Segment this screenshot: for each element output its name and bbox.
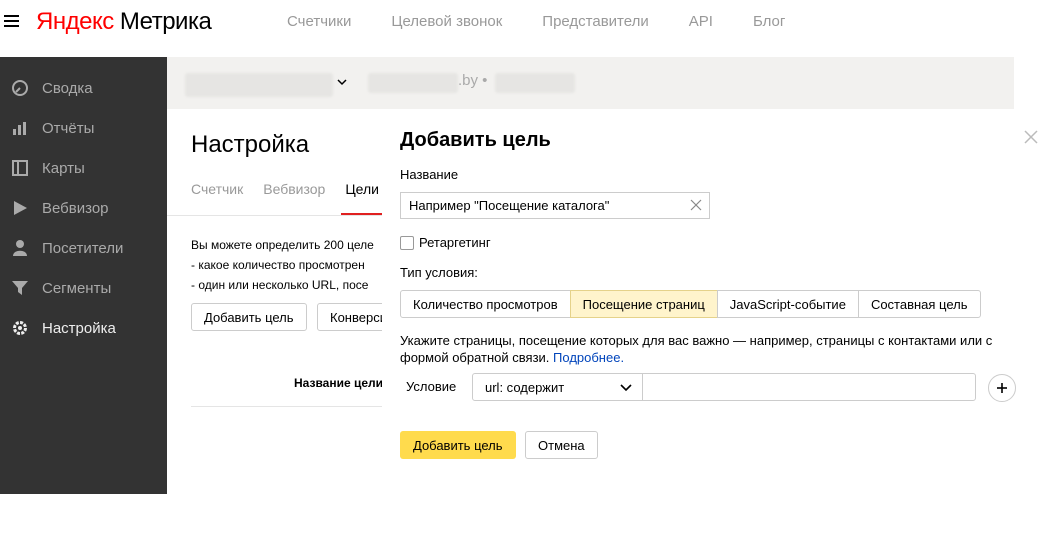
top-nav: Счетчики Целевой звонок Представители AP… <box>287 13 825 30</box>
tabs: Счетчик Вебвизор Цели 4 <box>191 181 382 197</box>
nav-link-target-call[interactable]: Целевой звонок <box>391 13 502 30</box>
tabs-divider <box>167 215 382 216</box>
play-icon <box>14 201 27 215</box>
sidebar-item-webvisor[interactable]: Вебвизор <box>0 188 167 228</box>
tab-webvisor[interactable]: Вебвизор <box>263 181 325 197</box>
condition-select-value: url: содержит <box>485 379 565 395</box>
tab-goals[interactable]: Цели 4 <box>345 181 382 197</box>
more-link[interactable]: Подробнее. <box>553 350 624 365</box>
hint-text: Укажите страницы, посещение которых для … <box>400 333 993 365</box>
gear-icon <box>13 321 27 335</box>
condition-type-page-visit[interactable]: Посещение страниц <box>569 290 718 318</box>
logo-brand: Яндекс <box>36 8 114 35</box>
desc-line: Вы можете определить 200 целе <box>191 238 374 252</box>
sidebar-item-label: Настройка <box>42 319 116 337</box>
menu-icon[interactable] <box>4 15 19 28</box>
submit-goal-button[interactable]: Добавить цель <box>400 431 516 459</box>
counter-id-blurred <box>495 73 575 93</box>
retargeting-label[interactable]: Ретаргетинг <box>419 235 491 250</box>
sidebar-item-label: Отчёты <box>42 119 95 137</box>
condition-type-pageviews[interactable]: Количество просмотров <box>400 290 571 318</box>
chevron-down-icon <box>620 384 632 392</box>
gauge-icon <box>12 80 28 96</box>
sidebar-item-label: Посетители <box>42 239 124 257</box>
add-condition-button[interactable] <box>988 374 1016 402</box>
logo[interactable]: Яндекс Метрика <box>36 8 212 36</box>
cancel-button[interactable]: Отмена <box>525 431 598 459</box>
goals-description: Вы можете определить 200 целе - какое ко… <box>191 235 374 295</box>
sidebar-item-visitors[interactable]: Посетители <box>0 228 167 268</box>
clear-icon[interactable] <box>690 199 702 211</box>
sidebar-item-summary[interactable]: Сводка <box>0 68 167 108</box>
sidebar: Сводка Отчёты Карты Вебвизор Посетители … <box>0 57 167 494</box>
sidebar-item-settings[interactable]: Настройка <box>0 308 167 348</box>
nav-link-api[interactable]: API <box>689 13 713 30</box>
close-icon[interactable] <box>1023 129 1039 145</box>
chevron-down-icon[interactable] <box>337 78 347 86</box>
sidebar-item-reports[interactable]: Отчёты <box>0 108 167 148</box>
logo-product: Метрика <box>119 8 212 35</box>
map-icon <box>12 160 28 176</box>
condition-hint: Укажите страницы, посещение которых для … <box>400 332 1014 366</box>
sidebar-item-label: Вебвизор <box>42 199 109 217</box>
domain-blurred <box>368 73 458 93</box>
sidebar-item-label: Сводка <box>42 79 93 97</box>
sidebar-item-maps[interactable]: Карты <box>0 148 167 188</box>
table-divider <box>191 406 382 407</box>
goal-name-value: Например "Посещение каталога" <box>409 198 610 213</box>
condition-type-label: Тип условия: <box>400 265 478 280</box>
tab-counter[interactable]: Счетчик <box>191 181 243 197</box>
nav-link-representatives[interactable]: Представители <box>542 13 648 30</box>
condition-type-js-event[interactable]: JavaScript-событие <box>716 290 859 318</box>
nav-link-blog[interactable]: Блог <box>753 13 785 30</box>
desc-line: - один или несколько URL, посе <box>191 278 369 292</box>
nav-link-counters[interactable]: Счетчики <box>287 13 351 30</box>
add-goal-button[interactable]: Добавить цель <box>191 303 307 331</box>
conversions-button[interactable]: Конверсии <box>317 303 382 331</box>
top-header: Яндекс Метрика Счетчики Целевой звонок П… <box>0 0 1050 46</box>
page-title: Настройка <box>191 131 310 158</box>
condition-type-composite[interactable]: Составная цель <box>857 290 981 318</box>
condition-select[interactable]: url: содержит <box>472 373 643 401</box>
bar-chart-icon <box>13 122 26 135</box>
desc-line: - какое количество просмотрен <box>191 258 365 272</box>
retargeting-checkbox[interactable] <box>400 236 414 250</box>
panel-title: Добавить цель <box>400 129 551 151</box>
sidebar-item-label: Сегменты <box>42 279 112 297</box>
person-icon <box>13 240 27 256</box>
plus-icon <box>997 383 1007 393</box>
condition-value-input[interactable] <box>642 373 976 401</box>
counter-bar: .by • <box>167 57 1014 109</box>
sidebar-item-segments[interactable]: Сегменты <box>0 268 167 308</box>
condition-label: Условие <box>406 379 457 394</box>
main-content: Настройка Счетчик Вебвизор Цели 4 Вы мож… <box>167 109 382 494</box>
domain-suffix: .by • <box>458 72 488 89</box>
counter-name-blurred[interactable] <box>185 73 333 97</box>
goal-name-column-header[interactable]: Название цели <box>294 376 382 390</box>
sidebar-item-label: Карты <box>42 159 85 177</box>
add-goal-panel: Добавить цель Название Например "Посещен… <box>382 109 1016 494</box>
condition-type-selector: Количество просмотров Посещение страниц … <box>400 290 981 318</box>
funnel-icon <box>12 281 28 295</box>
goal-name-input[interactable]: Например "Посещение каталога" <box>400 192 710 219</box>
name-label: Название <box>400 167 459 182</box>
